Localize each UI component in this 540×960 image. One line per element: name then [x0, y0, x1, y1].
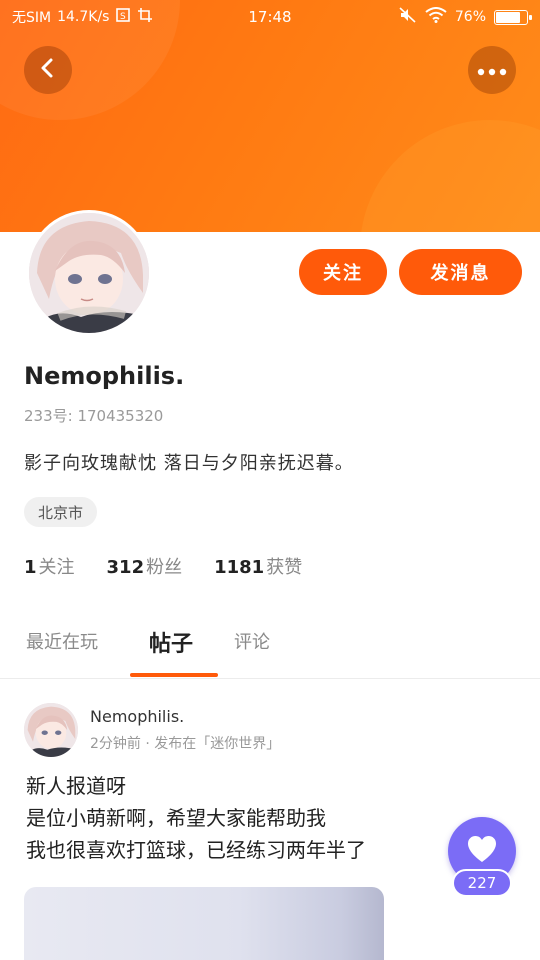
stat-number: 1181 [214, 557, 265, 578]
crop-icon [137, 7, 153, 27]
profile-header-background [0, 0, 540, 232]
post-image[interactable] [24, 887, 384, 960]
stat-followers[interactable]: 312 粉丝 [107, 553, 183, 579]
profile-stats: 1 关注 312 粉丝 1181 获赞 [24, 553, 302, 579]
stat-label: 获赞 [266, 557, 303, 578]
mute-icon [399, 7, 417, 27]
wifi-icon [425, 7, 447, 27]
active-tab-indicator [130, 673, 218, 677]
avatar[interactable] [26, 210, 152, 336]
follow-button[interactable]: 关注 [299, 249, 387, 295]
stat-label: 粉丝 [146, 557, 183, 578]
user-id: 233号: 170435320 [24, 407, 164, 425]
back-button[interactable] [24, 46, 72, 94]
heart-icon [467, 835, 497, 867]
battery-percent: 76% [454, 9, 486, 25]
carrier-text: 无SIM [12, 10, 52, 26]
post-author-name[interactable]: Nemophilis. [90, 707, 184, 726]
tab-comments[interactable]: 评论 [234, 628, 270, 654]
post-meta: 2分钟前 · 发布在「迷你世界」 [90, 736, 281, 752]
svg-text:S: S [120, 12, 126, 22]
stat-following[interactable]: 1 关注 [24, 553, 75, 579]
profile-bio: 影子向玫瑰献忱 落日与夕阳亲抚迟暮。 [24, 453, 354, 474]
more-options-button[interactable] [468, 46, 516, 94]
post-line: 是位小萌新啊，希望大家能帮助我 [26, 806, 326, 830]
tab-posts[interactable]: 帖子 [149, 626, 193, 658]
chevron-left-icon [37, 57, 59, 83]
stat-number: 1 [24, 557, 37, 578]
post-author-avatar[interactable] [24, 703, 78, 757]
post-content[interactable]: 新人报道呀 是位小萌新啊，希望大家能帮助我 我也很喜欢打篮球，已经练习两年半了 [26, 770, 366, 866]
avatar-image [29, 213, 149, 333]
profile-username: Nemophilis. [24, 362, 185, 390]
divider [0, 678, 540, 679]
screenshot-icon: S [115, 7, 131, 27]
status-bar: 无SIM 14.7K/s S 17:48 76% [0, 0, 540, 34]
battery-icon [494, 9, 532, 25]
avatar-image [24, 703, 78, 757]
send-message-button[interactable]: 发消息 [399, 249, 522, 295]
post-line: 我也很喜欢打篮球，已经练习两年半了 [26, 838, 366, 862]
stat-label: 关注 [38, 557, 75, 578]
profile-tabs: 最近在玩 帖子 评论 [0, 620, 540, 678]
like-count-badge: 227 [452, 869, 512, 897]
post-line: 新人报道呀 [26, 774, 126, 798]
more-dots-icon [477, 61, 507, 80]
stat-number: 312 [106, 557, 145, 578]
tab-recently-played[interactable]: 最近在玩 [26, 628, 98, 654]
network-speed: 14.7K/s [57, 9, 110, 25]
stat-likes: 1181 获赞 [214, 553, 302, 579]
location-tag[interactable]: 北京市 [24, 497, 98, 527]
